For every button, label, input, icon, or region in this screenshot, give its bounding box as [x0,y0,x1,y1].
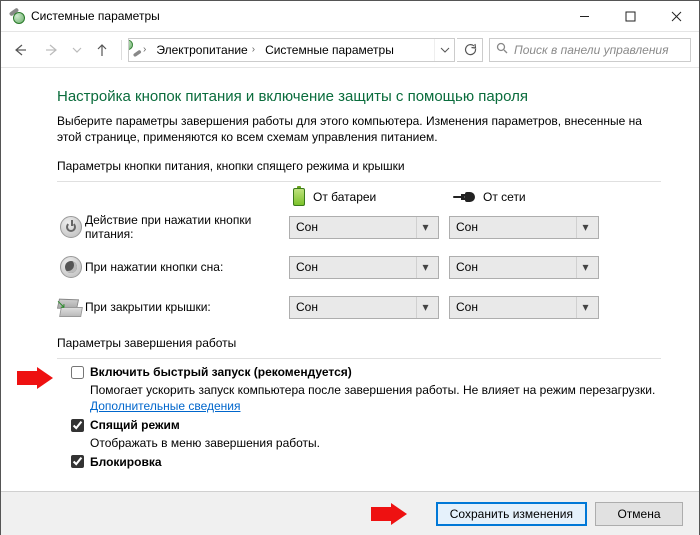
fast-startup-learn-more-link[interactable]: Дополнительные сведения [90,399,240,413]
header-plugged: От сети [453,190,613,204]
sleep-battery-select[interactable]: Сон ▾ [289,256,439,279]
chevron-down-icon: ▾ [416,217,434,238]
sleep-button-label: При нажатии кнопки сна: [85,260,289,274]
breadcrumb-system-settings-label: Системные параметры [265,43,394,57]
header-battery-label: От батареи [313,190,376,204]
buttons-section-label: Параметры кнопки питания, кнопки спящего… [57,159,661,173]
column-headers: От батареи От сети [293,188,661,206]
header-plugged-label: От сети [483,190,526,204]
nav-recent-button[interactable] [69,36,85,64]
page-description: Выберите параметры завершения работы для… [57,113,661,145]
chevron-down-icon: ▾ [576,257,594,278]
power-button-label: Действие при нажатии кнопки питания: [85,213,289,241]
annotation-arrow-icon [371,503,407,525]
nav-back-button[interactable] [5,36,35,64]
lid-plugged-select[interactable]: Сон ▾ [449,296,599,319]
breadcrumb-power[interactable]: Электропитание› [150,39,259,61]
lock-checkbox[interactable]: Блокировка [71,455,162,469]
power-icon [60,216,82,238]
option-lock: Блокировка [57,455,661,472]
sleep-mode-description: Отображать в меню завершения работы. [90,435,661,451]
footer: Сохранить изменения Отмена [1,491,699,535]
fast-startup-checkbox[interactable]: Включить быстрый запуск (рекомендуется) [71,365,352,379]
fast-startup-label: Включить быстрый запуск (рекомендуется) [90,365,352,379]
header-battery: От батареи [293,188,453,206]
search-input[interactable] [512,42,684,58]
window-title: Системные параметры [31,9,160,23]
divider [57,358,661,359]
sleep-mode-checkbox[interactable]: Спящий режим [71,418,180,432]
minimize-button[interactable] [561,1,607,32]
chevron-down-icon: ▾ [416,257,434,278]
battery-icon [293,188,305,206]
row-power-button: Действие при нажатии кнопки питания: Сон… [57,210,661,244]
power-battery-select[interactable]: Сон ▾ [289,216,439,239]
lock-label: Блокировка [90,455,162,469]
app-icon [9,8,25,24]
sleep-battery-value: Сон [296,260,318,274]
nav-bar: › Электропитание› Системные параметры [1,32,699,68]
cancel-button[interactable]: Отмена [595,502,683,526]
divider [57,181,661,182]
nav-forward-button[interactable] [37,36,67,64]
search-box[interactable] [489,38,691,62]
option-sleep: Спящий режим Отображать в меню завершени… [57,418,661,451]
address-bar[interactable]: › Электропитание› Системные параметры [128,38,455,62]
chevron-down-icon: ▾ [576,297,594,318]
option-fast-startup: Включить быстрый запуск (рекомендуется) … [57,365,661,414]
power-battery-value: Сон [296,220,318,234]
fast-startup-description: Помогает ускорить запуск компьютера посл… [90,383,655,397]
shutdown-section-label: Параметры завершения работы [57,336,661,350]
chevron-down-icon: ▾ [576,217,594,238]
close-button[interactable] [653,1,699,32]
save-button[interactable]: Сохранить изменения [436,502,587,526]
breadcrumb-system-settings[interactable]: Системные параметры [259,39,398,61]
nav-up-button[interactable] [87,36,117,64]
lid-battery-select[interactable]: Сон ▾ [289,296,439,319]
row-lid-close: ↘ При закрытии крышки: Сон ▾ Сон ▾ [57,290,661,324]
breadcrumb-power-label: Электропитание [156,43,247,57]
sleep-plugged-select[interactable]: Сон ▾ [449,256,599,279]
chevron-down-icon: ▾ [416,297,434,318]
annotation-arrow-icon [17,367,53,389]
breadcrumb-root[interactable]: › [133,39,150,61]
refresh-button[interactable] [457,38,483,62]
maximize-button[interactable] [607,1,653,32]
power-plugged-value: Сон [456,220,478,234]
search-icon [496,42,508,57]
lid-battery-value: Сон [296,300,318,314]
lid-icon: ↘ [58,299,84,317]
title-bar: Системные параметры [1,1,699,32]
sleep-plugged-value: Сон [456,260,478,274]
page-content: Настройка кнопок питания и включение защ… [1,68,699,491]
sleep-icon [60,256,82,278]
lid-plugged-value: Сон [456,300,478,314]
row-sleep-button: При нажатии кнопки сна: Сон ▾ Сон ▾ [57,250,661,284]
power-plugged-select[interactable]: Сон ▾ [449,216,599,239]
lid-close-label: При закрытии крышки: [85,300,289,314]
plug-icon [453,192,475,202]
page-heading: Настройка кнопок питания и включение защ… [57,88,661,105]
sleep-mode-label: Спящий режим [90,418,180,432]
address-history-dropdown[interactable] [434,39,454,61]
